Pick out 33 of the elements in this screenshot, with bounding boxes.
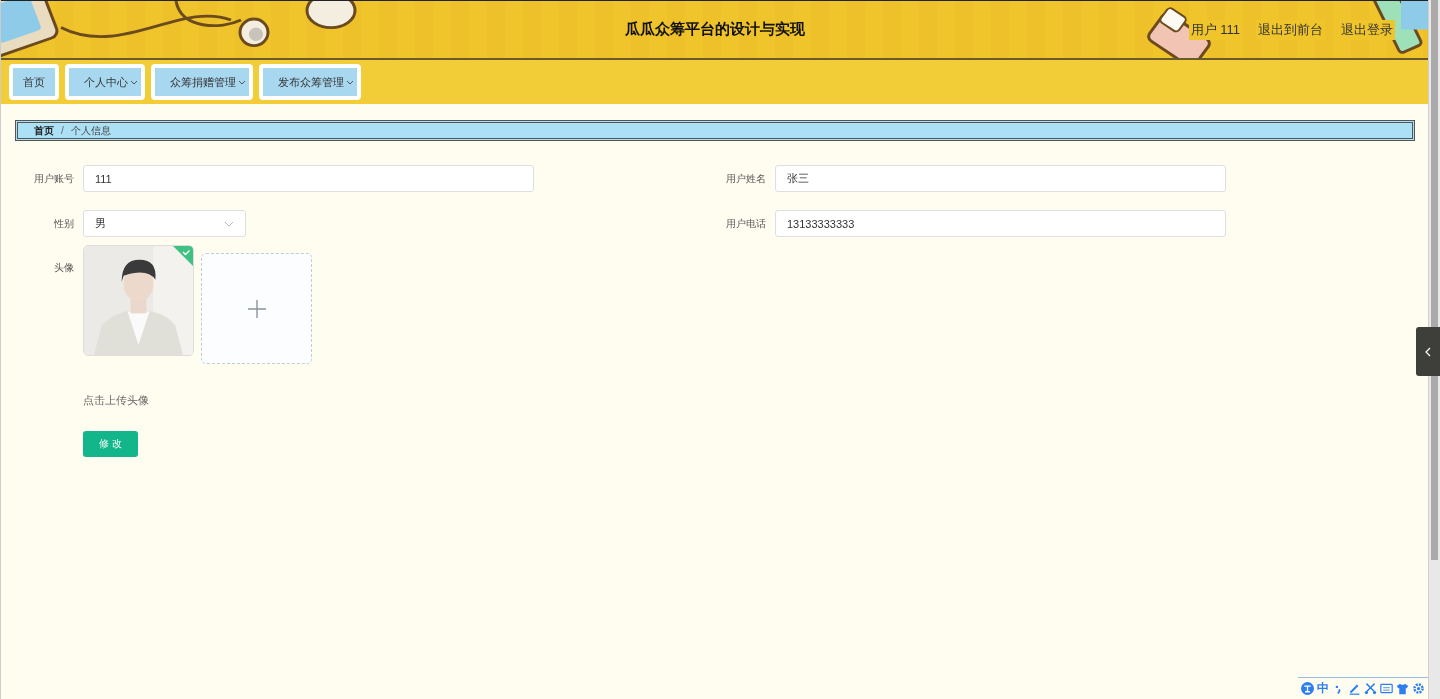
side-toggle-button[interactable] — [1416, 327, 1440, 376]
header-link[interactable]: 退出登录 — [1339, 20, 1395, 40]
chevron-left-icon — [1425, 346, 1431, 357]
site-title: 瓜瓜众筹平台的设计与实现 — [625, 20, 805, 39]
user-label: 用户 111 — [1188, 20, 1242, 40]
gender-select[interactable]: 男 — [83, 210, 246, 237]
keyboard-icon[interactable] — [1380, 682, 1393, 695]
plus-icon — [246, 298, 267, 319]
nav-menu-item[interactable]: 个人中心 — [65, 64, 145, 100]
header-link[interactable]: 退出到前台 — [1256, 20, 1325, 40]
chevron-down-icon — [224, 220, 234, 227]
field-label: 头像 — [53, 261, 75, 275]
nav-menu-item[interactable]: 发布众筹管理 — [259, 64, 361, 100]
scrollbar[interactable] — [1428, 0, 1440, 699]
settings-icon[interactable] — [1412, 682, 1425, 695]
pen-icon[interactable] — [1348, 682, 1361, 695]
account-input[interactable]: 111 — [83, 165, 534, 192]
field-label: 用户账号 — [33, 171, 75, 186]
nav-menu-item[interactable]: 众筹捐赠管理 — [151, 64, 253, 100]
field-label: 性别 — [53, 216, 75, 231]
breadcrumb-link[interactable]: 个人信息 — [70, 123, 111, 138]
upload-hint: 点击上传头像 — [83, 393, 149, 408]
ime-mode-toggle[interactable]: 中 — [1317, 680, 1329, 697]
breadcrumb-separator: / — [61, 125, 64, 136]
scissors-icon[interactable] — [1364, 682, 1377, 695]
shirt-icon[interactable] — [1396, 682, 1409, 695]
breadcrumb-link[interactable]: 首页 — [34, 123, 54, 138]
phone-input[interactable]: 13133333333 — [775, 210, 1226, 237]
name-input[interactable]: 张三 — [775, 165, 1226, 192]
nav-menu-item[interactable]: 首页 — [9, 64, 59, 100]
field-label: 用户姓名 — [725, 171, 767, 186]
ime-logo-icon[interactable] — [1301, 682, 1314, 695]
field-label: 用户电话 — [725, 216, 767, 231]
